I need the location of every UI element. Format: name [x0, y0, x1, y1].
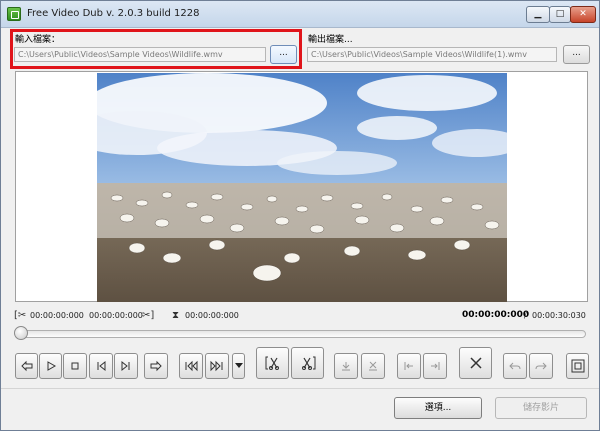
mark-start-icon [265, 356, 279, 370]
selection-end-time: 00:00:00:000 [89, 311, 143, 320]
position-slider-thumb[interactable] [14, 326, 28, 340]
options-button[interactable]: 選項... [394, 397, 482, 419]
next-frame-button[interactable] [144, 353, 168, 379]
input-file-label: 輸入檔案： [15, 35, 61, 45]
jump-to-end-marker-icon [431, 362, 440, 370]
selection-start-icon: [✂ [14, 310, 27, 321]
bottom-separator [1, 388, 599, 389]
window-title: Free Video Dub v. 2.0.3 build 1228 [27, 8, 200, 19]
redo-icon [535, 362, 547, 370]
total-time: 00:00:30:030 [532, 311, 586, 320]
mark-end-button[interactable] [291, 347, 324, 379]
play-icon [47, 361, 56, 371]
next-frame-icon [150, 360, 162, 372]
clear-marker-button[interactable] [361, 353, 385, 379]
app-window: Free Video Dub v. 2.0.3 build 1228 ▁ □ ✕… [0, 0, 600, 431]
marker-time: 00:00:00:000 [185, 311, 239, 320]
minimize-button[interactable]: ▁ [526, 6, 550, 23]
previous-frame-icon [20, 360, 32, 372]
video-frame [97, 73, 507, 302]
redo-button[interactable] [529, 353, 553, 379]
input-browse-button[interactable]: ... [270, 45, 297, 64]
skip-to-end-icon [210, 360, 223, 372]
clear-marker-icon [369, 361, 377, 371]
delete-selection-button[interactable] [459, 347, 492, 379]
selection-end-icon: ✂] [142, 310, 155, 321]
mark-start-button[interactable] [256, 347, 289, 379]
save-video-button[interactable]: 儲存影片 [495, 397, 587, 419]
skip-to-start-icon [185, 360, 198, 372]
previous-frame-button[interactable] [15, 353, 38, 379]
output-file-label: 輸出檔案... [308, 35, 353, 45]
input-path-field[interactable]: C:\Users\Public\Videos\Sample Videos\Wil… [14, 47, 266, 62]
next-keyframe-icon [121, 360, 130, 372]
position-slider-track[interactable] [17, 330, 586, 338]
maximize-button[interactable]: □ [549, 6, 571, 23]
dropdown-arrow-icon [234, 363, 243, 368]
jump-to-start-marker-icon [404, 362, 413, 370]
undo-icon [509, 362, 521, 370]
undo-button[interactable] [503, 353, 527, 379]
marker-icon: ⧗ [172, 310, 180, 321]
delete-icon [469, 357, 482, 369]
previous-keyframe-button[interactable] [89, 353, 113, 379]
next-keyframe-button[interactable] [114, 353, 138, 379]
time-separator: / [524, 311, 527, 320]
skip-options-dropdown[interactable] [232, 353, 245, 379]
output-path-field[interactable]: C:\Users\Public\Videos\Sample Videos\Wil… [307, 47, 557, 62]
selection-start-time: 00:00:00:000 [30, 311, 84, 320]
set-marker-icon [342, 362, 350, 371]
previous-keyframe-icon [97, 360, 106, 372]
output-browse-button[interactable]: ... [563, 45, 590, 64]
preview-area [15, 71, 588, 302]
stop-icon [71, 362, 79, 370]
skip-to-start-button[interactable] [179, 353, 203, 379]
app-icon [7, 7, 21, 21]
video-frame-image [97, 73, 507, 302]
close-button[interactable]: ✕ [570, 6, 596, 23]
stop-button[interactable] [63, 353, 87, 379]
current-time: 00:00:00:000 [462, 310, 530, 320]
jump-to-start-marker-button[interactable] [397, 353, 421, 379]
skip-to-end-button[interactable] [205, 353, 229, 379]
jump-to-end-marker-button[interactable] [423, 353, 447, 379]
title-bar[interactable]: Free Video Dub v. 2.0.3 build 1228 ▁ □ ✕ [1, 1, 599, 28]
mark-end-icon [301, 356, 315, 370]
fullscreen-icon [571, 359, 584, 373]
set-marker-button[interactable] [334, 353, 358, 379]
play-button[interactable] [39, 353, 62, 379]
fullscreen-button[interactable] [566, 353, 589, 379]
